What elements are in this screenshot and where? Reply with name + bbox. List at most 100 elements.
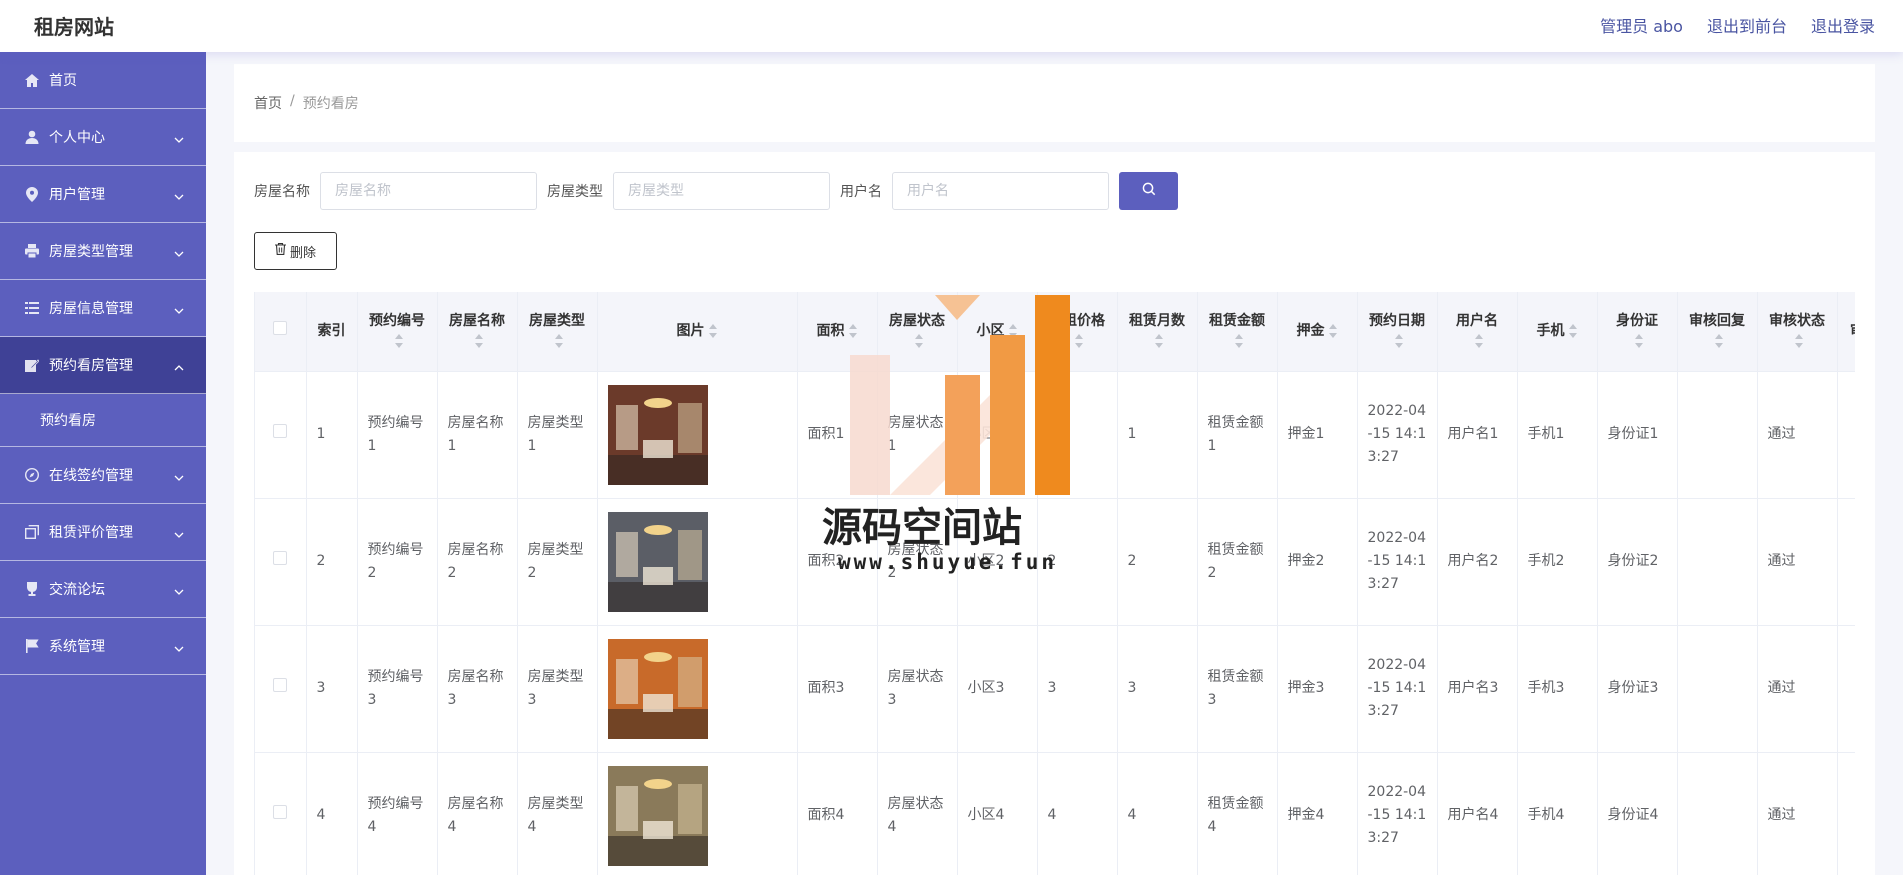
sort-icon[interactable] xyxy=(914,334,924,349)
breadcrumb-home[interactable]: 首页 xyxy=(254,93,282,113)
cell-status: 房屋状态1 xyxy=(877,371,958,499)
sidebar-item-house-info-management[interactable]: 房屋信息管理 xyxy=(0,280,206,337)
select-all-checkbox[interactable] xyxy=(273,321,288,336)
cell-idcard: 身份证4 xyxy=(1597,752,1678,875)
appointments-table: 索引 预约编号 房屋名称 房屋类型 图片 面积 房屋状态 小区 月租价格 租赁月… xyxy=(254,292,1855,875)
user-icon xyxy=(24,129,40,145)
house-photo[interactable] xyxy=(607,765,708,866)
exit-to-front-link[interactable]: 退出到前台 xyxy=(1707,13,1787,37)
sort-icon[interactable] xyxy=(1328,324,1338,339)
col-header[interactable]: 房屋类型 xyxy=(517,292,598,372)
col-header[interactable]: 小区 xyxy=(957,292,1038,372)
sidebar-item-label: 系统管理 xyxy=(49,639,105,655)
sort-icon[interactable] xyxy=(554,334,564,349)
sidebar-item-forum[interactable]: 交流论坛 xyxy=(0,561,206,618)
row-checkbox[interactable] xyxy=(273,805,288,819)
sort-icon[interactable] xyxy=(848,324,858,339)
sort-icon[interactable] xyxy=(1154,334,1164,349)
house-photo[interactable] xyxy=(607,638,708,739)
sort-icon[interactable] xyxy=(1474,334,1484,349)
search-button[interactable] xyxy=(1119,172,1178,210)
col-header[interactable]: 手机 xyxy=(1517,292,1598,372)
col-header[interactable]: 租赁月数 xyxy=(1117,292,1198,372)
sidebar-item-online-contract-management[interactable]: 在线签约管理 xyxy=(0,447,206,504)
chevron-down-icon xyxy=(174,469,184,485)
sort-icon[interactable] xyxy=(1568,324,1578,339)
chevron-down-icon xyxy=(174,526,184,542)
sort-icon[interactable] xyxy=(708,324,718,339)
sort-icon[interactable] xyxy=(474,334,484,349)
row-select-cell[interactable] xyxy=(255,498,307,626)
cell-audit: 通过 xyxy=(1757,752,1838,875)
sidebar-item-system-management[interactable]: 系统管理 xyxy=(0,618,206,675)
col-header[interactable]: 月租价格 xyxy=(1037,292,1118,372)
search-icon xyxy=(1142,182,1156,200)
row-checkbox[interactable] xyxy=(273,424,288,438)
sidebar-item-house-type-management[interactable]: 房屋类型管理 xyxy=(0,223,206,280)
logout-link[interactable]: 退出登录 xyxy=(1811,13,1875,37)
sort-icon[interactable] xyxy=(1714,334,1724,349)
table-row: 1 预约编号1 房屋名称1 房屋类型1 面积1 房屋状态1 小区1 1 1 租赁金额1 押金1 202… xyxy=(255,371,1855,499)
col-header[interactable]: 房屋状态 xyxy=(877,292,958,372)
admin-user-link[interactable]: 管理员 abo xyxy=(1600,13,1683,37)
sidebar-item-user-management[interactable]: 用户管理 xyxy=(0,166,206,223)
row-select-cell[interactable] xyxy=(255,371,307,499)
house-photo[interactable] xyxy=(607,511,708,612)
cell-area: 面积3 xyxy=(797,625,878,753)
sidebar-subitem-viewing-appointment[interactable]: 预约看房 xyxy=(0,394,206,447)
col-header[interactable]: 用户名 xyxy=(1437,292,1518,372)
col-header[interactable]: 租赁金额 xyxy=(1197,292,1278,372)
sort-icon[interactable] xyxy=(1634,334,1644,349)
cell-deposit: 押金3 xyxy=(1277,625,1358,753)
house-photo[interactable] xyxy=(607,384,708,485)
col-header[interactable]: 图片 xyxy=(597,292,798,372)
photo-cell xyxy=(597,752,798,875)
cell-index: 2 xyxy=(306,498,358,626)
row-checkbox[interactable] xyxy=(273,551,288,565)
sidebar-item-home[interactable]: 首页 xyxy=(0,52,206,109)
sidebar-item-personal-center[interactable]: 个人中心 xyxy=(0,109,206,166)
sort-icon[interactable] xyxy=(1234,334,1244,349)
sidebar-item-label: 预约看房管理 xyxy=(49,358,133,374)
cell-deposit: 押金4 xyxy=(1277,752,1358,875)
col-header[interactable]: 身份证 xyxy=(1597,292,1678,372)
breadcrumb-card: 首页 / 预约看房 xyxy=(234,64,1875,142)
sort-icon[interactable] xyxy=(394,334,404,349)
cell-actions[interactable] xyxy=(1837,371,1855,499)
cell-audit: 通过 xyxy=(1757,498,1838,626)
sidebar-item-label: 交流论坛 xyxy=(49,582,105,598)
row-select-cell[interactable] xyxy=(255,625,307,753)
row-checkbox[interactable] xyxy=(273,678,288,692)
cell-code: 预约编号4 xyxy=(357,752,438,875)
sidebar-item-rental-review-management[interactable]: 租赁评价管理 xyxy=(0,504,206,561)
col-header[interactable]: 审 xyxy=(1837,292,1855,372)
cell-index: 4 xyxy=(306,752,358,875)
house-type-input[interactable] xyxy=(613,172,830,210)
cell-actions[interactable] xyxy=(1837,752,1855,875)
select-all-cell[interactable] xyxy=(255,292,307,372)
username-input[interactable] xyxy=(892,172,1109,210)
sort-icon[interactable] xyxy=(1794,334,1804,349)
sort-icon[interactable] xyxy=(1008,324,1018,339)
col-header[interactable]: 审核状态 xyxy=(1757,292,1838,372)
col-header[interactable]: 押金 xyxy=(1277,292,1358,372)
col-header[interactable]: 面积 xyxy=(797,292,878,372)
row-select-cell[interactable] xyxy=(255,752,307,875)
table-header-row: 索引 预约编号 房屋名称 房屋类型 图片 面积 房屋状态 小区 月租价格 租赁月… xyxy=(255,292,1855,372)
sort-icon[interactable] xyxy=(1074,334,1084,349)
content-card: 房屋名称 房屋类型 用户名 删除 索引 预约编号 xyxy=(234,152,1875,875)
cell-area: 面积4 xyxy=(797,752,878,875)
cell-actions[interactable] xyxy=(1837,498,1855,626)
col-header[interactable]: 预约日期 xyxy=(1357,292,1438,372)
col-header[interactable]: 审核回复 xyxy=(1677,292,1758,372)
trophy-icon xyxy=(24,581,40,597)
col-header[interactable]: 预约编号 xyxy=(357,292,438,372)
col-header[interactable]: 房屋名称 xyxy=(437,292,518,372)
sort-icon[interactable] xyxy=(1394,334,1404,349)
cell-actions[interactable] xyxy=(1837,625,1855,753)
sidebar-item-label: 在线签约管理 xyxy=(49,468,133,484)
cell-user: 用户名1 xyxy=(1437,371,1518,499)
delete-button[interactable]: 删除 xyxy=(254,232,337,270)
house-name-input[interactable] xyxy=(320,172,537,210)
sidebar-item-viewing-appointment-management[interactable]: 预约看房管理 xyxy=(0,337,206,394)
